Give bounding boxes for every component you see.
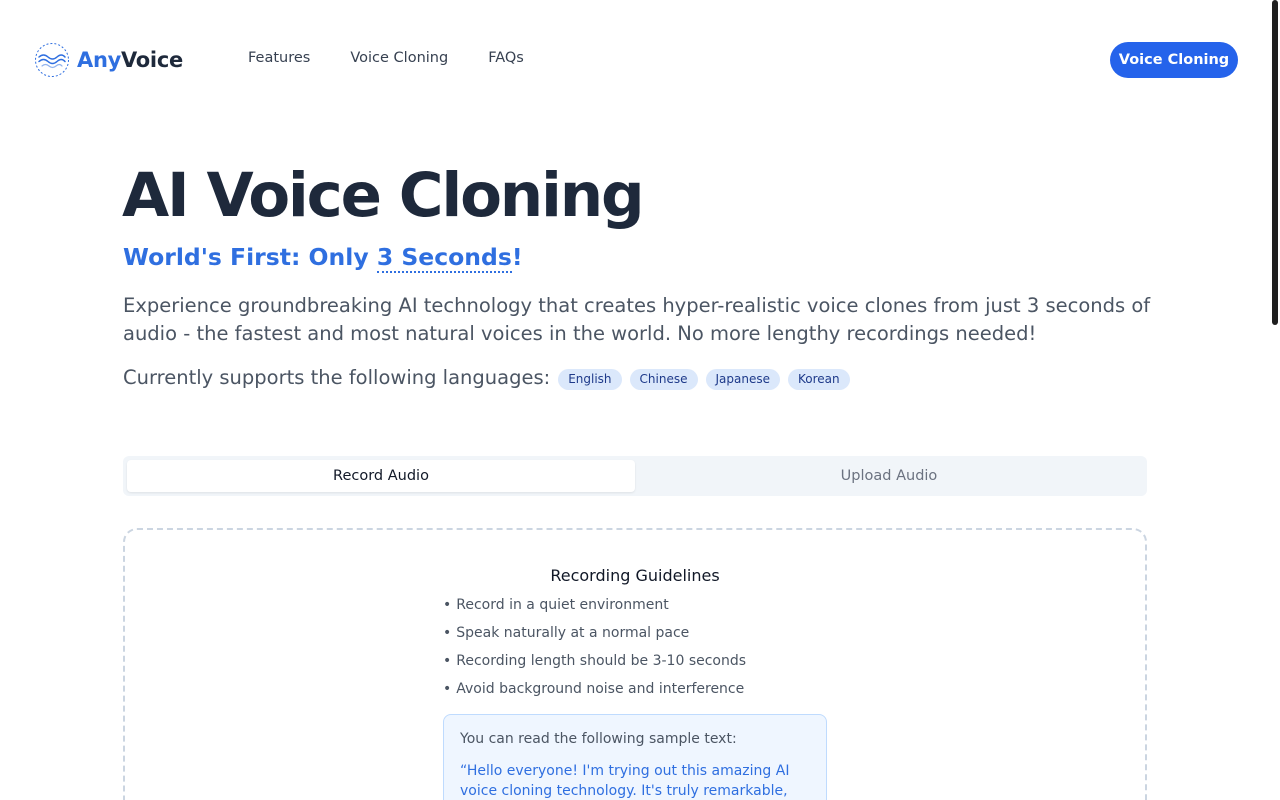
nav-voice-cloning[interactable]: Voice Cloning	[350, 50, 448, 66]
logo-text: AnyVoice	[77, 48, 183, 72]
audio-source-tabs: Record Audio Upload Audio	[123, 456, 1147, 496]
supported-languages: Currently supports the following languag…	[123, 365, 858, 390]
logo-text-any: Any	[77, 48, 121, 72]
hero-title: AI Voice Cloning	[122, 160, 645, 231]
guidelines-title: Recording Guidelines	[550, 566, 720, 585]
site-header: AnyVoice Features Voice Cloning FAQs Voi…	[0, 0, 1270, 120]
sample-text: “Hello everyone! I'm trying out this ama…	[460, 763, 790, 799]
recording-panel: Recording Guidelines Record in a quiet e…	[123, 528, 1147, 800]
guidelines-list: Record in a quiet environment Speak natu…	[443, 594, 746, 706]
scrollbar-thumb[interactable]	[1272, 0, 1278, 325]
hero-description: Experience groundbreaking AI technology …	[123, 294, 1151, 345]
language-badge-chinese: Chinese	[629, 369, 698, 390]
language-badge-english: English	[558, 369, 622, 390]
page: AnyVoice Features Voice Cloning FAQs Voi…	[0, 0, 1280, 800]
tab-upload-audio[interactable]: Upload Audio	[635, 460, 1143, 492]
logo[interactable]: AnyVoice	[34, 42, 183, 78]
hero-subtitle: World's First: Only 3 Seconds!	[123, 243, 523, 273]
sample-text-label: You can read the following sample text:	[460, 731, 737, 747]
language-badge-korean: Korean	[788, 369, 850, 390]
guideline-item: Speak naturally at a normal pace	[443, 622, 746, 650]
hero-subtitle-highlight: 3 Seconds	[376, 243, 512, 273]
hero-subtitle-suffix: !	[511, 243, 523, 271]
logo-text-voice: Voice	[121, 48, 183, 72]
main-nav: Features Voice Cloning FAQs	[248, 50, 564, 66]
languages-label: Currently supports the following languag…	[123, 366, 551, 389]
guideline-item: Avoid background noise and interference	[443, 678, 746, 706]
guideline-item: Record in a quiet environment	[443, 594, 746, 622]
wave-circle-icon	[35, 43, 69, 77]
page-scrollbar[interactable]	[1270, 0, 1280, 800]
nav-features[interactable]: Features	[248, 50, 310, 66]
tab-record-audio[interactable]: Record Audio	[127, 460, 635, 492]
language-badge-japanese: Japanese	[705, 369, 780, 390]
sample-text-box: You can read the following sample text: …	[443, 714, 827, 800]
guideline-item: Recording length should be 3-10 seconds	[443, 650, 746, 678]
voice-cloning-cta-button[interactable]: Voice Cloning	[1110, 42, 1238, 78]
nav-faqs[interactable]: FAQs	[488, 50, 524, 66]
hero-subtitle-prefix: World's First: Only	[123, 243, 377, 271]
